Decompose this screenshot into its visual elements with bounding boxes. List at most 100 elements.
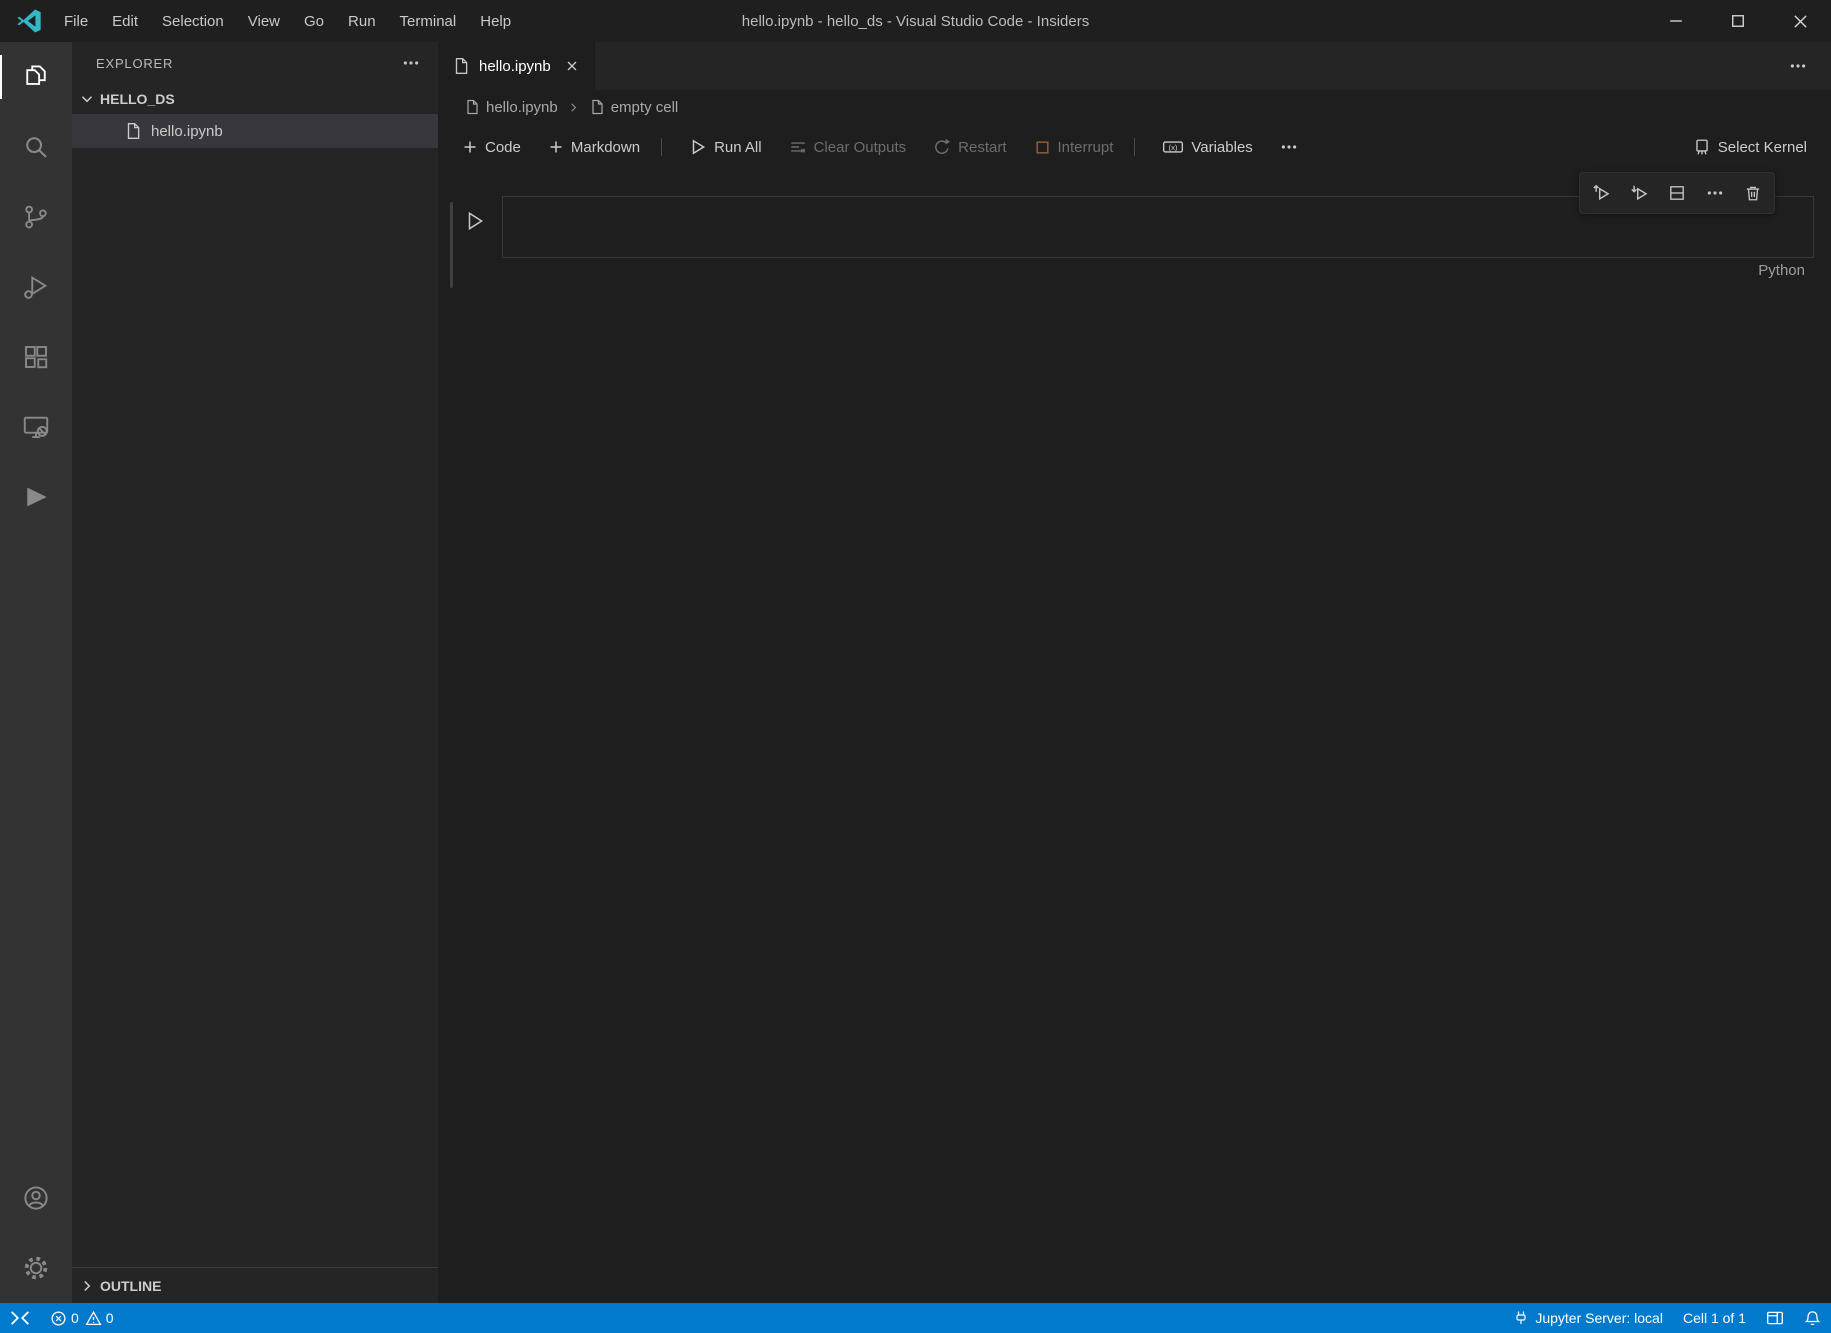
- menu-selection[interactable]: Selection: [150, 0, 236, 42]
- run-all-icon: [692, 139, 706, 155]
- search-icon: [21, 132, 51, 162]
- add-markdown-cell-button[interactable]: Markdown: [548, 139, 640, 156]
- interrupt-button[interactable]: Interrupt: [1034, 139, 1113, 156]
- toolbar-separator: [661, 138, 663, 156]
- bell-icon: [1804, 1310, 1821, 1325]
- menu-run[interactable]: Run: [336, 0, 388, 42]
- activity-remote-explorer-button[interactable]: [0, 392, 72, 462]
- variables-label: Variables: [1191, 138, 1253, 156]
- breadcrumb-cell-label: empty cell: [610, 98, 679, 116]
- file-row-hello-ipynb[interactable]: hello.ipynb: [72, 114, 438, 148]
- delete-cell-button[interactable]: [1734, 174, 1772, 212]
- problems-button[interactable]: 0 0: [40, 1303, 124, 1333]
- status-bar: 0 0 Jupyter Server: local Cell 1 of 1: [0, 1303, 1831, 1333]
- select-kernel-label: Select Kernel: [1717, 138, 1807, 156]
- warning-count: 0: [105, 1310, 114, 1326]
- run-above-icon: [1592, 184, 1609, 200]
- editor-layout-button[interactable]: [1756, 1303, 1794, 1333]
- notebook-file-icon: [124, 122, 142, 140]
- minimize-icon: [1670, 20, 1682, 22]
- outline-section-header[interactable]: OUTLINE: [72, 1267, 438, 1303]
- run-all-label: Run All: [714, 138, 762, 156]
- activity-explorer-button[interactable]: [0, 42, 72, 112]
- chevron-right-icon: [78, 1277, 96, 1295]
- editor-more-actions-button[interactable]: [1789, 42, 1831, 90]
- workspace-folder-header[interactable]: HELLO_DS: [72, 84, 438, 114]
- notifications-button[interactable]: [1794, 1303, 1831, 1333]
- run-all-button[interactable]: Run All: [689, 138, 762, 156]
- tab-hello-ipynb[interactable]: hello.ipynb: [438, 42, 595, 90]
- toolbar-separator: [1134, 138, 1136, 156]
- activity-accounts-button[interactable]: [0, 1163, 72, 1233]
- error-icon: [51, 1310, 66, 1326]
- restart-icon: [935, 138, 951, 154]
- menu-file[interactable]: File: [52, 0, 100, 42]
- trash-icon: [1746, 186, 1760, 201]
- layout-icon: [1767, 1311, 1783, 1325]
- server-connection-icon: [1516, 1311, 1526, 1324]
- breadcrumb-cell[interactable]: empty cell: [589, 98, 679, 116]
- jupyter-server-button[interactable]: Jupyter Server: local: [1503, 1303, 1673, 1333]
- restart-button[interactable]: Restart: [933, 138, 1007, 156]
- cell-position-indicator[interactable]: Cell 1 of 1: [1673, 1303, 1756, 1333]
- editor-group: hello.ipynb hello.ipynb empty cell Code …: [438, 42, 1831, 1303]
- tab-close-button[interactable]: [564, 58, 580, 74]
- breadcrumb-file[interactable]: hello.ipynb: [464, 99, 558, 116]
- close-icon: [567, 61, 577, 71]
- menu-terminal[interactable]: Terminal: [388, 0, 469, 42]
- execute-below-button[interactable]: [1620, 174, 1658, 212]
- menu-help[interactable]: Help: [468, 0, 523, 42]
- close-button[interactable]: [1769, 0, 1831, 42]
- breadcrumb-file-label: hello.ipynb: [486, 98, 558, 116]
- restart-label: Restart: [958, 138, 1007, 156]
- execute-above-button[interactable]: [1582, 174, 1620, 212]
- run-and-debug-icon: [21, 272, 51, 302]
- ellipsis-icon: [1281, 145, 1296, 149]
- ellipsis-icon: [1790, 64, 1806, 68]
- plus-icon: [550, 141, 562, 153]
- cell-position-label: Cell 1 of 1: [1682, 1310, 1746, 1326]
- account-icon: [21, 1183, 51, 1213]
- menu-bar: File Edit Selection View Go Run Terminal…: [52, 0, 523, 42]
- activity-bar: [0, 42, 72, 1303]
- remote-icon: [11, 1311, 29, 1325]
- cell-focus-indicator[interactable]: [450, 202, 453, 288]
- add-code-cell-button[interactable]: Code: [462, 139, 521, 156]
- add-markdown-label: Markdown: [570, 138, 641, 156]
- explorer-header: EXPLORER: [72, 42, 438, 84]
- outline-label: OUTLINE: [100, 1277, 162, 1294]
- maximize-button[interactable]: [1707, 0, 1769, 42]
- minimize-button[interactable]: [1645, 0, 1707, 42]
- activity-search-button[interactable]: [0, 112, 72, 182]
- activity-extensions-button[interactable]: [0, 322, 72, 392]
- window-controls: [1645, 0, 1831, 42]
- cell-icon: [589, 99, 605, 115]
- select-kernel-button[interactable]: Select Kernel: [1693, 138, 1807, 156]
- split-cell-icon: [1670, 186, 1684, 200]
- activity-source-control-button[interactable]: [0, 182, 72, 252]
- toolbar-more-actions-button[interactable]: [1280, 138, 1298, 156]
- chevron-down-icon: [78, 90, 96, 108]
- source-control-icon: [21, 202, 51, 232]
- split-cell-button[interactable]: [1658, 174, 1696, 212]
- activity-run-debug-button[interactable]: [0, 252, 72, 322]
- remote-indicator-button[interactable]: [0, 1303, 40, 1333]
- cell-more-actions-button[interactable]: [1696, 174, 1734, 212]
- activity-extra-button[interactable]: [0, 462, 72, 532]
- run-cell-button[interactable]: [464, 210, 486, 232]
- run-below-icon: [1630, 185, 1647, 200]
- tab-label: hello.ipynb: [479, 57, 551, 75]
- activity-settings-button[interactable]: [0, 1233, 72, 1303]
- jupyter-server-label: Jupyter Server: local: [1535, 1310, 1663, 1326]
- cell-language-picker[interactable]: Python: [1758, 262, 1805, 279]
- clear-outputs-button[interactable]: Clear Outputs: [789, 138, 906, 156]
- window-title: hello.ipynb - hello_ds - Visual Studio C…: [741, 12, 1090, 30]
- breadcrumb: hello.ipynb empty cell: [438, 90, 1831, 124]
- menu-go[interactable]: Go: [292, 0, 336, 42]
- explorer-more-actions-button[interactable]: [402, 54, 420, 72]
- explorer-empty-space: [72, 148, 438, 1267]
- maximize-icon: [1732, 15, 1744, 27]
- menu-edit[interactable]: Edit: [100, 0, 150, 42]
- menu-view[interactable]: View: [236, 0, 292, 42]
- variables-button[interactable]: (x) Variables: [1162, 138, 1253, 156]
